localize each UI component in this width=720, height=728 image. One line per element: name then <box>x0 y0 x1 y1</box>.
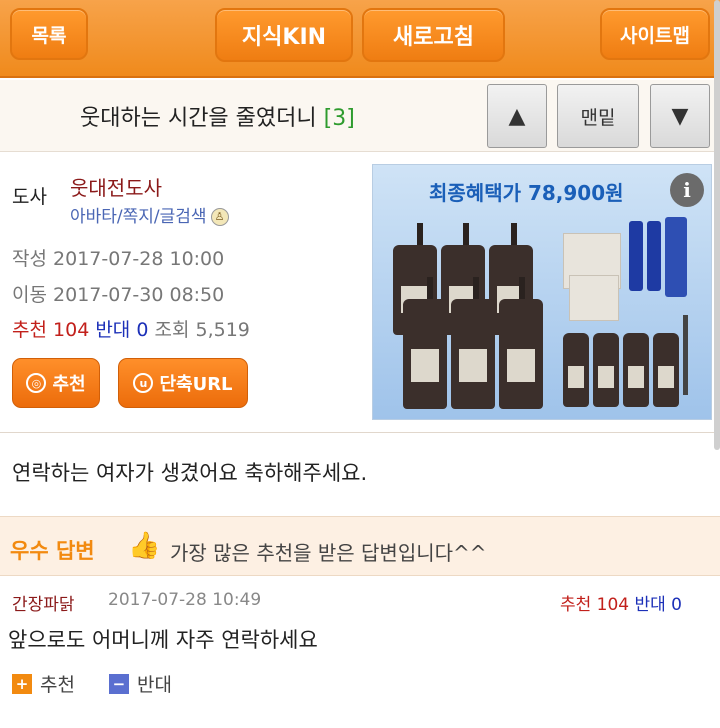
recommend-label: 추천 <box>12 319 47 341</box>
scroll-bottom-button[interactable]: 맨밑 <box>557 84 639 148</box>
thumbs-up-icon: 👍 <box>128 531 161 561</box>
post-body: 연락하는 여자가 생겼어요 축하해주세요. <box>12 461 368 485</box>
moved-label: 이동 <box>12 284 47 306</box>
author-links[interactable]: 아바타/쪽지/글검색 ♙ <box>70 202 229 227</box>
top-bar: 목록 지식KIN 새로고침 사이트맵 <box>0 0 720 78</box>
reply-oppose-button[interactable]: 반대 <box>137 670 172 697</box>
moved-value: 2017-07-30 08:50 <box>53 284 225 306</box>
list-button[interactable]: 목록 <box>10 8 88 60</box>
moved-date: 이동 2017-07-30 08:50 <box>12 280 224 307</box>
reply-count: [3] <box>323 106 355 131</box>
short-url-button-label: 단축URL <box>159 374 233 395</box>
refresh-button[interactable]: 새로고침 <box>362 8 505 62</box>
reply-author[interactable]: 간장파닭 <box>12 590 75 615</box>
ad-headline: 최종혜택가 78,900원 <box>429 181 624 205</box>
reply-oppose-label: 반대 <box>634 595 666 615</box>
reply-recommend-label: 추천 <box>559 595 592 615</box>
reply-recommend-button[interactable]: 추천 <box>40 670 75 697</box>
best-answer-tag: 우수 답변 <box>10 539 95 563</box>
short-url-circle-icon: u <box>133 373 154 393</box>
recommend-circle-icon: ◎ <box>26 373 47 393</box>
written-value: 2017-07-28 10:00 <box>53 248 225 270</box>
knowledge-kin-button[interactable]: 지식KIN <box>215 8 353 62</box>
post-stats: 추천 104 반대 0 조회 5,519 <box>12 315 250 342</box>
minus-icon[interactable]: − <box>108 673 129 694</box>
reply-date: 2017-07-28 10:49 <box>108 590 262 610</box>
advertisement-banner[interactable]: 최종혜택가 78,900원 i <box>372 164 712 420</box>
scroll-up-button[interactable]: ▲ <box>487 84 547 148</box>
recommend-count: 104 <box>53 319 90 341</box>
best-answer-banner: 우수 답변 👍 가장 많은 추천을 받은 답변입니다^^ <box>0 516 720 576</box>
post-info: 도사 웃대전도사 아바타/쪽지/글검색 ♙ 작성 2017-07-28 10:00… <box>0 152 360 432</box>
page-scrollbar[interactable] <box>714 0 720 450</box>
scroll-down-button[interactable]: ▼ <box>650 84 710 148</box>
post-title-text: 웃대하는 시간을 줄였더니 <box>80 106 317 131</box>
oppose-count: 0 <box>136 319 149 341</box>
reply-text: 앞으로도 어머니께 자주 연락하세요 <box>8 628 318 652</box>
views-label: 조회 <box>154 319 190 341</box>
post-title: 웃대하는 시간을 줄였더니 [3] <box>80 100 355 132</box>
short-url-button[interactable]: u 단축URL <box>118 358 248 408</box>
author-role: 도사 <box>12 186 47 208</box>
reply-actions: + 추천 − 반대 <box>12 670 172 697</box>
reply-oppose-count: 0 <box>671 595 682 615</box>
views-count: 5,519 <box>195 319 250 341</box>
recommend-button[interactable]: ◎ 추천 <box>12 358 100 408</box>
recommend-button-label: 추천 <box>52 374 86 395</box>
member-badge-icon: ♙ <box>210 208 229 226</box>
sitemap-button[interactable]: 사이트맵 <box>600 8 710 60</box>
best-answer-description: 가장 많은 추천을 받은 답변입니다^^ <box>170 541 487 565</box>
plus-icon[interactable]: + <box>12 673 32 694</box>
written-date: 작성 2017-07-28 10:00 <box>12 244 224 271</box>
oppose-label: 반대 <box>95 319 131 341</box>
content-divider <box>0 432 720 433</box>
written-label: 작성 <box>12 248 47 270</box>
author-links-text[interactable]: 아바타/쪽지/글검색 <box>70 207 207 227</box>
reply-recommend-count: 104 <box>596 595 630 615</box>
author-name[interactable]: 웃대전도사 <box>70 172 162 201</box>
ad-info-icon[interactable]: i <box>670 173 704 207</box>
reply-stats: 추천 104 반대 0 <box>560 590 682 615</box>
